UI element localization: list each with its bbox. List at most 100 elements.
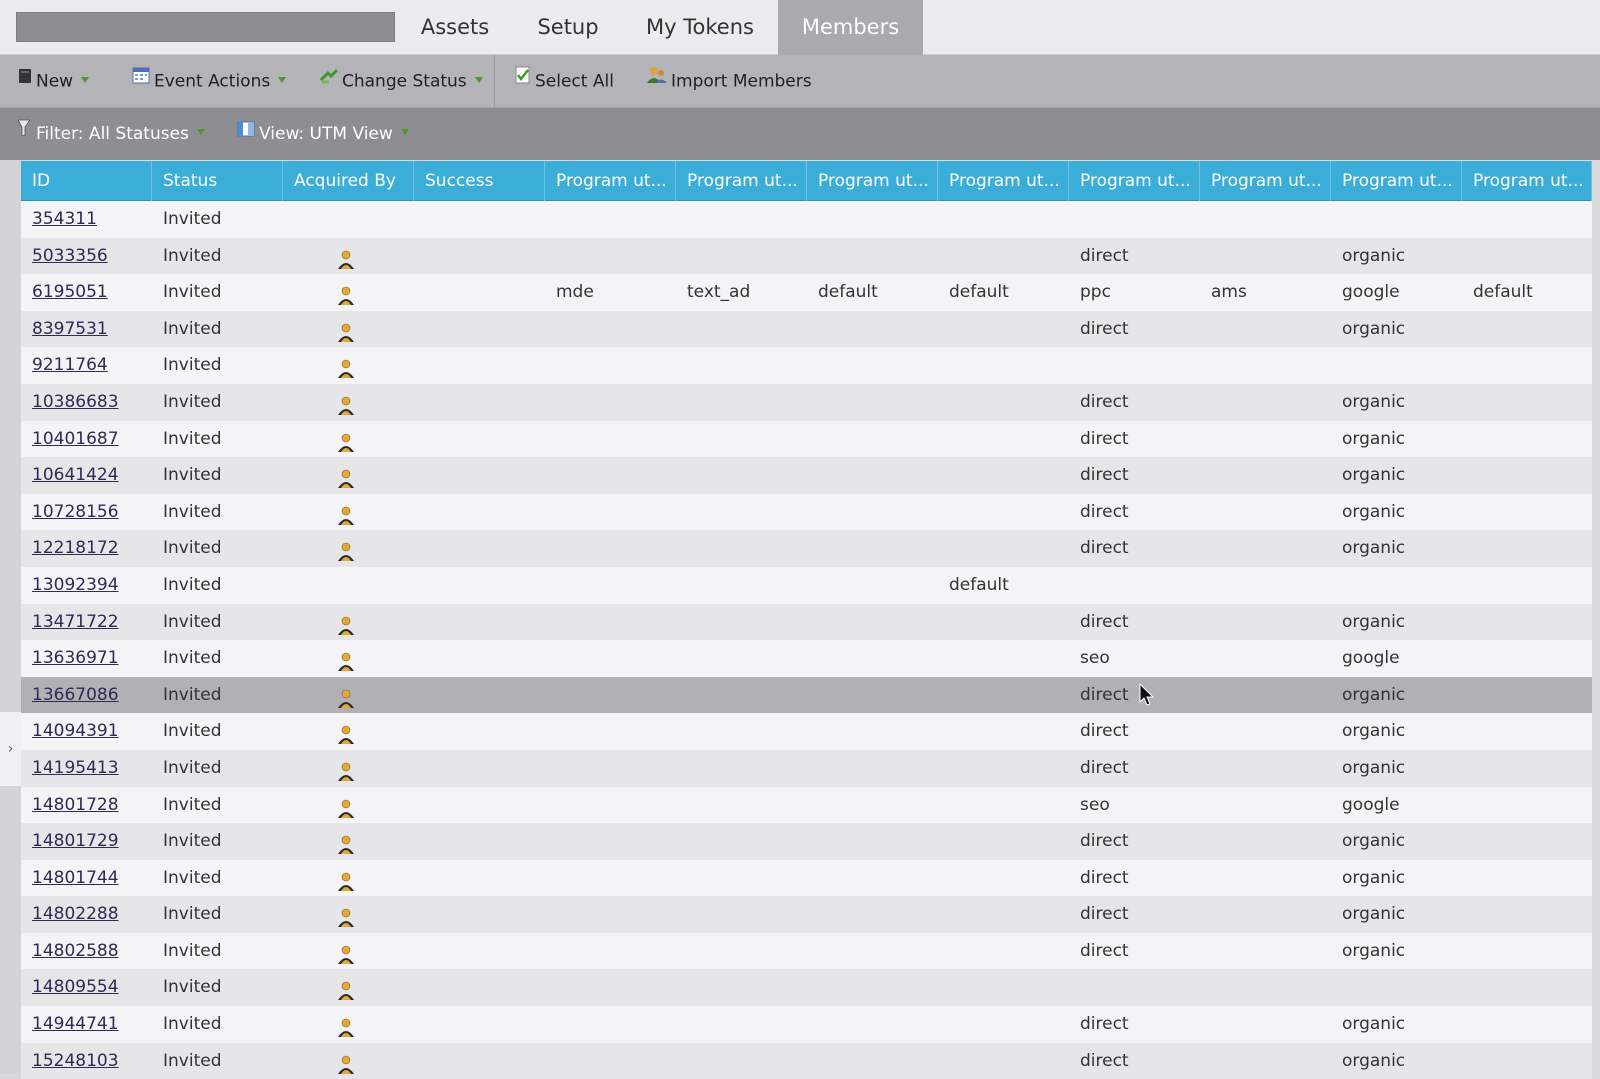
program-utm-cell: [1462, 1043, 1592, 1079]
program-utm-cell: [807, 640, 938, 677]
table-row[interactable]: 14802588 Invited direct organic: [21, 932, 1592, 970]
success-cell: [414, 713, 545, 750]
column-header[interactable]: Program ut...: [1331, 161, 1462, 201]
member-id-link[interactable]: 14195413: [32, 758, 119, 778]
view-dropdown[interactable]: View: UTM View: [237, 108, 409, 160]
select-all-button[interactable]: Select All: [515, 55, 614, 108]
member-id-link[interactable]: 9211764: [32, 355, 108, 375]
member-id-link[interactable]: 14094391: [32, 721, 119, 741]
program-utm-cell: [1331, 347, 1462, 384]
member-id-link[interactable]: 13636971: [32, 648, 119, 668]
success-cell: [414, 567, 545, 604]
column-header[interactable]: Program ut...: [676, 161, 807, 201]
program-utm-cell: [938, 421, 1069, 458]
column-header[interactable]: ID: [21, 161, 152, 201]
table-row[interactable]: 12218172 Invited direct organic: [21, 530, 1592, 567]
member-id-link[interactable]: 6195051: [32, 282, 108, 302]
table-row[interactable]: 6195051 Invited mde text_ad default default pp…: [21, 274, 1592, 311]
table-row[interactable]: 15248103 Invited direct organic: [21, 1042, 1592, 1079]
expand-panel-chevron-icon[interactable]: ›: [0, 712, 21, 786]
column-header[interactable]: Program ut...: [1200, 161, 1331, 201]
table-row[interactable]: 10728156 Invited direct organic: [21, 493, 1592, 531]
status-cell: Invited: [163, 757, 222, 778]
column-header[interactable]: Program ut...: [545, 161, 676, 201]
member-id-cell: 14801744: [21, 860, 152, 897]
tab-members[interactable]: Members: [778, 0, 923, 55]
program-utm-cell: text_ad: [687, 282, 751, 303]
column-header[interactable]: Acquired By: [283, 161, 414, 201]
program-utm-cell: [545, 750, 676, 787]
program-utm-cell: organic: [1342, 245, 1406, 266]
table-row[interactable]: 14809554 Invited: [21, 969, 1592, 1007]
member-id-link[interactable]: 15248103: [32, 1051, 119, 1071]
tab-assets[interactable]: Assets: [400, 0, 510, 55]
member-id-link[interactable]: 14801728: [32, 795, 119, 815]
column-header[interactable]: Success: [414, 161, 545, 201]
column-header[interactable]: Program ut...: [1069, 161, 1200, 201]
member-id-link[interactable]: 10386683: [32, 392, 119, 412]
member-id-link[interactable]: 8397531: [32, 319, 108, 339]
person-icon: [337, 905, 355, 933]
column-header[interactable]: Program ut...: [807, 161, 938, 201]
member-id-link[interactable]: 13471722: [32, 612, 119, 632]
table-row[interactable]: 10641424 Invited direct organic: [21, 457, 1592, 494]
table-row[interactable]: 10386683 Invited direct organic: [21, 383, 1592, 421]
status-cell: Invited: [163, 245, 222, 266]
import-members-button[interactable]: Import Members: [647, 55, 812, 108]
member-id-cell: 13667086: [21, 677, 152, 714]
table-row[interactable]: 14944741 Invited direct organic: [21, 1006, 1592, 1043]
person-icon: [337, 1052, 355, 1079]
program-utm-cell: [807, 201, 938, 238]
member-id-link[interactable]: 10728156: [32, 502, 119, 522]
program-utm-cell: [545, 421, 676, 458]
member-id-link[interactable]: 14801744: [32, 868, 119, 888]
member-id-link[interactable]: 10641424: [32, 465, 119, 485]
table-row[interactable]: 14801729 Invited direct organic: [21, 823, 1592, 860]
table-row[interactable]: 10401687 Invited direct organic: [21, 420, 1592, 458]
member-id-cell: 6195051: [21, 274, 152, 311]
member-id-link[interactable]: 14801729: [32, 831, 119, 851]
change-status-button[interactable]: Change Status: [319, 55, 483, 108]
column-header[interactable]: Program ut...: [1462, 161, 1592, 201]
table-row[interactable]: 9211764 Invited: [21, 347, 1592, 384]
member-id-link[interactable]: 5033356: [32, 246, 108, 266]
column-header[interactable]: Program ut...: [938, 161, 1069, 201]
status-cell: Invited: [163, 428, 222, 449]
new-button[interactable]: New: [18, 55, 90, 108]
column-header[interactable]: Status: [152, 161, 283, 201]
table-row[interactable]: 13471722 Invited direct organic: [21, 603, 1592, 641]
program-utm-cell: [1462, 347, 1592, 384]
member-id-link[interactable]: 14944741: [32, 1014, 119, 1034]
member-id-link[interactable]: 13092394: [32, 575, 119, 595]
program-utm-cell: [676, 933, 807, 970]
table-row[interactable]: 8397531 Invited direct organic: [21, 310, 1592, 348]
table-row[interactable]: 5033356 Invited direct organic: [21, 237, 1592, 275]
member-id-link[interactable]: 14802288: [32, 904, 119, 924]
program-utm-cell: [1200, 421, 1331, 458]
table-row[interactable]: 13667086 Invited direct organic: [21, 676, 1592, 714]
table-row[interactable]: 14802288 Invited direct organic: [21, 896, 1592, 933]
member-id-link[interactable]: 14809554: [32, 977, 119, 997]
member-id-link[interactable]: 12218172: [32, 538, 119, 558]
filter-dropdown[interactable]: Filter: All Statuses: [16, 108, 205, 160]
program-utm-cell: [1462, 311, 1592, 348]
table-row[interactable]: 14094391 Invited direct organic: [21, 713, 1592, 750]
status-cell: Invited: [163, 355, 222, 376]
tab-setup[interactable]: Setup: [513, 0, 623, 55]
member-id-link[interactable]: 13667086: [32, 685, 119, 705]
table-row[interactable]: 13636971 Invited seo google: [21, 640, 1592, 677]
table-row[interactable]: 354311 Invited: [21, 201, 1592, 238]
program-utm-cell: default: [949, 574, 1009, 595]
success-cell: [414, 238, 545, 275]
program-utm-cell: [807, 384, 938, 421]
table-row[interactable]: 14195413 Invited direct organic: [21, 749, 1592, 787]
table-row[interactable]: 14801728 Invited seo google: [21, 786, 1592, 824]
member-id-link[interactable]: 10401687: [32, 429, 119, 449]
member-id-cell: 12218172: [21, 530, 152, 567]
tab-my-tokens[interactable]: My Tokens: [630, 0, 770, 55]
table-row[interactable]: 14801744 Invited direct organic: [21, 859, 1592, 897]
member-id-link[interactable]: 354311: [32, 209, 97, 229]
event-actions-button[interactable]: Event Actions: [132, 55, 287, 108]
table-row[interactable]: 13092394 Invited default: [21, 566, 1592, 604]
member-id-link[interactable]: 14802588: [32, 941, 119, 961]
